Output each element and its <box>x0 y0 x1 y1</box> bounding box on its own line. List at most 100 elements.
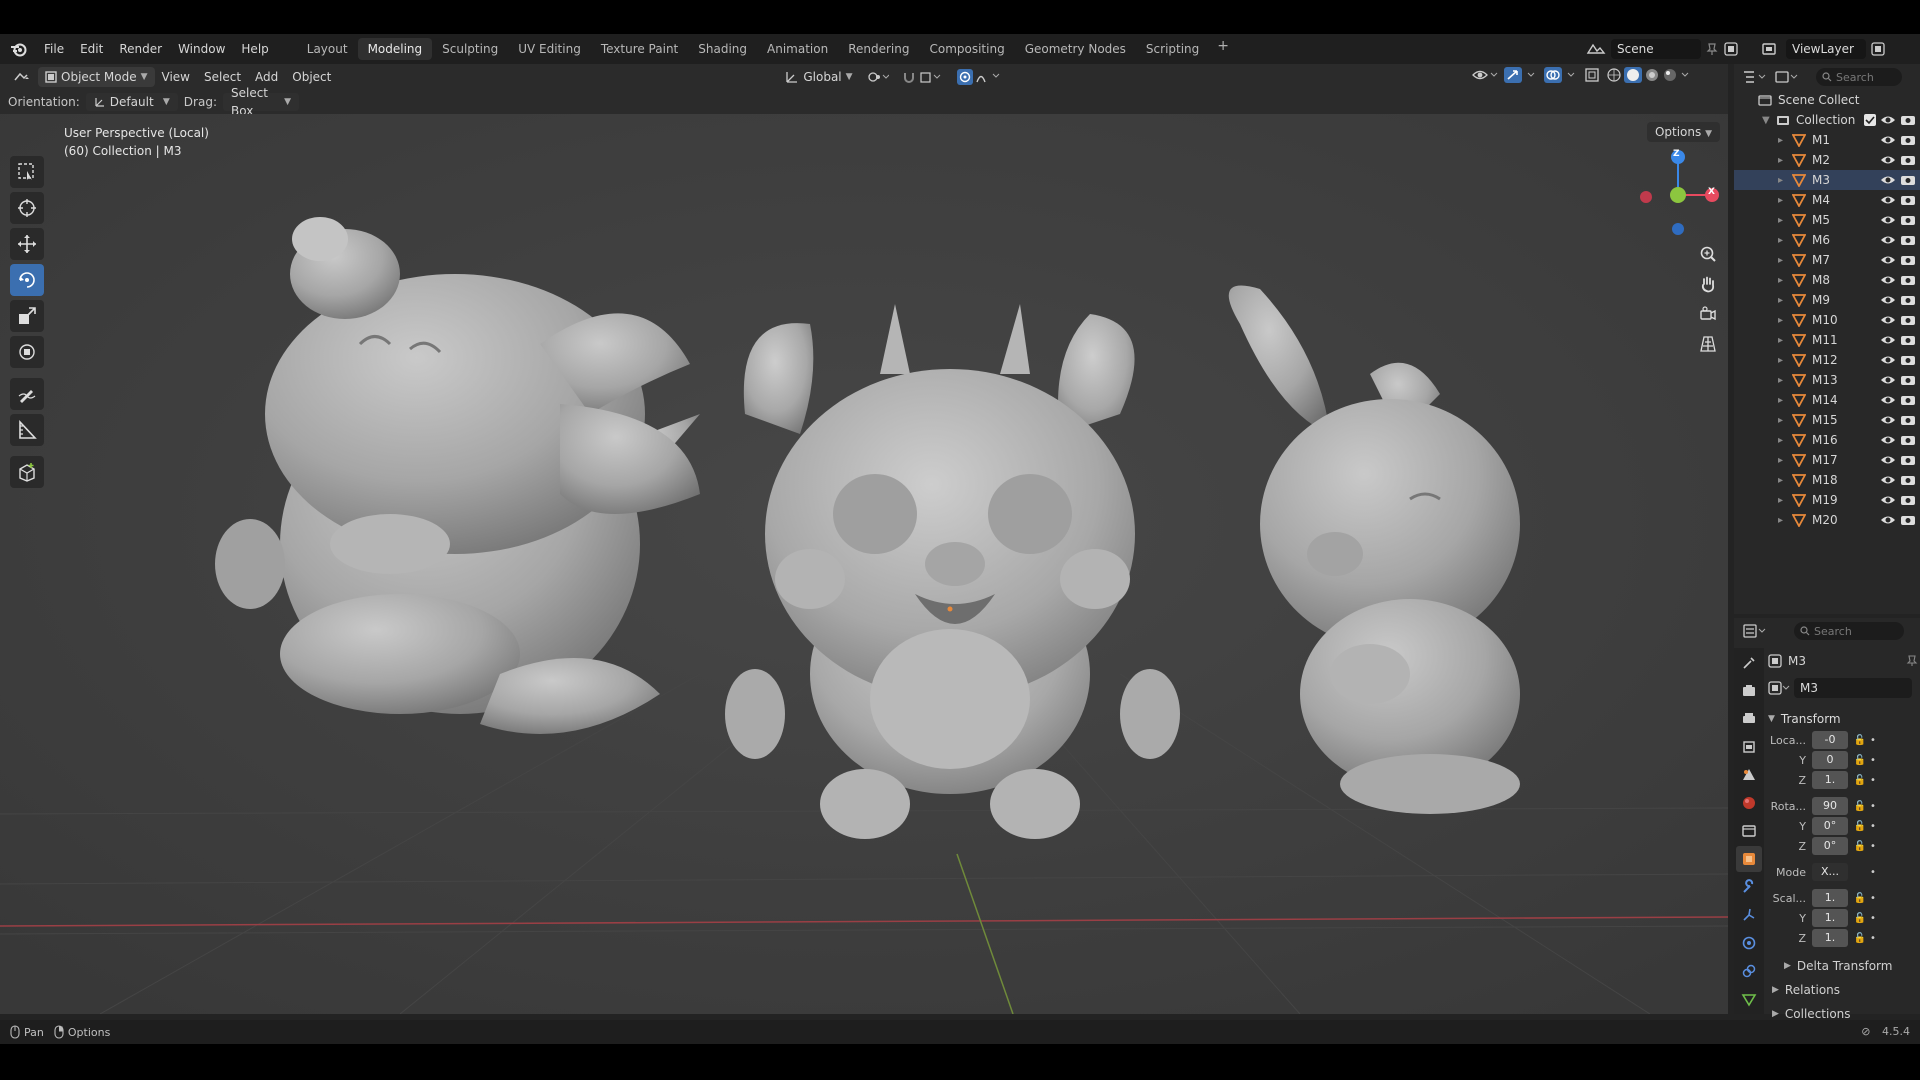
camera-icon[interactable] <box>1900 433 1916 447</box>
measure-tool[interactable] <box>10 414 44 446</box>
chevron-right-icon[interactable]: ▸ <box>1778 435 1788 446</box>
keyframe-dot-icon[interactable]: • <box>1868 821 1878 832</box>
add-workspace-button[interactable]: + <box>1209 38 1237 60</box>
scene-name-field[interactable]: Scene <box>1611 39 1701 59</box>
chevron-right-icon[interactable]: ▸ <box>1778 375 1788 386</box>
camera-icon[interactable] <box>1900 133 1916 147</box>
outliner-object-item[interactable]: ▸ M8 <box>1734 270 1920 290</box>
chevron-right-icon[interactable]: ▸ <box>1778 195 1788 206</box>
keyframe-dot-icon[interactable]: • <box>1868 755 1878 766</box>
gizmo-toggle-icon[interactable] <box>1504 67 1538 83</box>
chevron-right-icon[interactable]: ▸ <box>1778 275 1788 286</box>
properties-editor-icon[interactable] <box>1742 623 1768 639</box>
rotation-mode-dropdown[interactable]: X... <box>1812 863 1848 881</box>
pivot-point-button[interactable] <box>860 67 896 87</box>
camera-icon[interactable] <box>1900 413 1916 427</box>
chevron-right-icon[interactable]: ▸ <box>1778 515 1788 526</box>
chevron-right-icon[interactable]: ▸ <box>1778 395 1788 406</box>
eye-icon[interactable] <box>1880 433 1896 447</box>
eye-icon[interactable] <box>1880 493 1896 507</box>
camera-icon[interactable] <box>1900 213 1916 227</box>
lock-icon[interactable]: 🔓 <box>1852 755 1868 766</box>
outliner-object-item[interactable]: ▸ M20 <box>1734 510 1920 530</box>
output-properties-tab[interactable] <box>1736 706 1762 732</box>
camera-icon[interactable] <box>1900 513 1916 527</box>
eye-icon[interactable] <box>1880 213 1896 227</box>
chevron-right-icon[interactable]: ▸ <box>1778 355 1788 366</box>
eye-icon[interactable] <box>1880 193 1896 207</box>
eye-icon[interactable] <box>1880 293 1896 307</box>
outliner-collection[interactable]: ▼ Collection <box>1734 110 1920 130</box>
menu-help[interactable]: Help <box>233 38 276 60</box>
outliner-object-item[interactable]: ▸ M15 <box>1734 410 1920 430</box>
select-box-tool[interactable] <box>10 156 44 188</box>
render-properties-tab[interactable] <box>1736 678 1762 704</box>
menu-render[interactable]: Render <box>111 38 170 60</box>
outliner-object-item[interactable]: ▸ M13 <box>1734 370 1920 390</box>
tab-animation[interactable]: Animation <box>757 38 838 60</box>
chevron-right-icon[interactable]: ▸ <box>1778 215 1788 226</box>
menu-edit[interactable]: Edit <box>72 38 111 60</box>
tab-layout[interactable]: Layout <box>297 38 358 60</box>
camera-icon[interactable] <box>1900 373 1916 387</box>
camera-icon[interactable] <box>1900 153 1916 167</box>
outliner-object-item[interactable]: ▸ M5 <box>1734 210 1920 230</box>
scale-x-field[interactable]: 1. <box>1812 889 1848 907</box>
chevron-right-icon[interactable]: ▸ <box>1778 475 1788 486</box>
camera-icon[interactable] <box>1900 493 1916 507</box>
camera-icon[interactable] <box>1900 173 1916 187</box>
outliner-object-item[interactable]: ▸ M1 <box>1734 130 1920 150</box>
eye-icon[interactable] <box>1880 333 1896 347</box>
outliner-object-item[interactable]: ▸ M19 <box>1734 490 1920 510</box>
eye-icon[interactable] <box>1880 413 1896 427</box>
relations-panel[interactable]: ▶ Relations <box>1768 978 1918 1002</box>
physics-properties-tab[interactable] <box>1736 930 1762 956</box>
eye-icon[interactable] <box>1880 373 1896 387</box>
rotation-z-field[interactable]: 0° <box>1812 837 1848 855</box>
outliner-object-item[interactable]: ▸ M14 <box>1734 390 1920 410</box>
properties-search-field[interactable]: Search <box>1794 622 1904 640</box>
display-mode-icon[interactable] <box>1774 69 1800 85</box>
tab-geometry-nodes[interactable]: Geometry Nodes <box>1015 38 1136 60</box>
outliner-search-field[interactable]: Search <box>1816 68 1902 86</box>
menu-file[interactable]: File <box>36 38 72 60</box>
chevron-right-icon[interactable]: ▸ <box>1778 235 1788 246</box>
visibility-icon[interactable] <box>1472 67 1498 83</box>
pin-icon[interactable] <box>1906 655 1918 667</box>
orientation-dropdown[interactable]: Default ▼ <box>85 93 178 111</box>
keyframe-dot-icon[interactable]: • <box>1868 913 1878 924</box>
keyframe-dot-icon[interactable]: • <box>1868 893 1878 904</box>
location-y-field[interactable]: 0 <box>1812 751 1848 769</box>
tab-texture-paint[interactable]: Texture Paint <box>591 38 688 60</box>
pan-tool[interactable] <box>1694 270 1722 298</box>
rotation-y-field[interactable]: 0° <box>1812 817 1848 835</box>
eye-icon[interactable] <box>1880 353 1896 367</box>
scene-properties-tab[interactable] <box>1736 762 1762 788</box>
perspective-toggle-tool[interactable] <box>1694 330 1722 358</box>
scale-tool[interactable] <box>10 300 44 332</box>
transform-panel-header[interactable]: ▼ Transform <box>1768 708 1918 730</box>
drag-dropdown[interactable]: Select Box ▼ <box>222 86 299 118</box>
chevron-right-icon[interactable]: ▸ <box>1778 415 1788 426</box>
camera-icon[interactable] <box>1900 273 1916 287</box>
proportional-editing-button[interactable] <box>950 67 1010 87</box>
zoom-tool[interactable] <box>1694 240 1722 268</box>
outliner-object-item[interactable]: ▸ M9 <box>1734 290 1920 310</box>
view-layer-icon[interactable] <box>1760 41 1782 57</box>
eye-icon[interactable] <box>1880 453 1896 467</box>
outliner-object-item[interactable]: ▸ M16 <box>1734 430 1920 450</box>
eye-icon[interactable] <box>1880 113 1896 127</box>
camera-icon[interactable] <box>1900 453 1916 467</box>
camera-icon[interactable] <box>1900 253 1916 267</box>
tab-scripting[interactable]: Scripting <box>1136 38 1209 60</box>
outliner-object-item[interactable]: ▸ M18 <box>1734 470 1920 490</box>
menu-window[interactable]: Window <box>170 38 233 60</box>
keyframe-dot-icon[interactable]: • <box>1868 933 1878 944</box>
cursor-tool[interactable] <box>10 192 44 224</box>
rotation-x-field[interactable]: 90 <box>1812 797 1848 815</box>
mode-dropdown[interactable]: Object Mode ▼ <box>38 67 155 87</box>
lock-icon[interactable]: 🔓 <box>1852 775 1868 786</box>
camera-icon[interactable] <box>1900 353 1916 367</box>
outliner-object-item[interactable]: ▸ M10 <box>1734 310 1920 330</box>
camera-icon[interactable] <box>1900 113 1916 127</box>
